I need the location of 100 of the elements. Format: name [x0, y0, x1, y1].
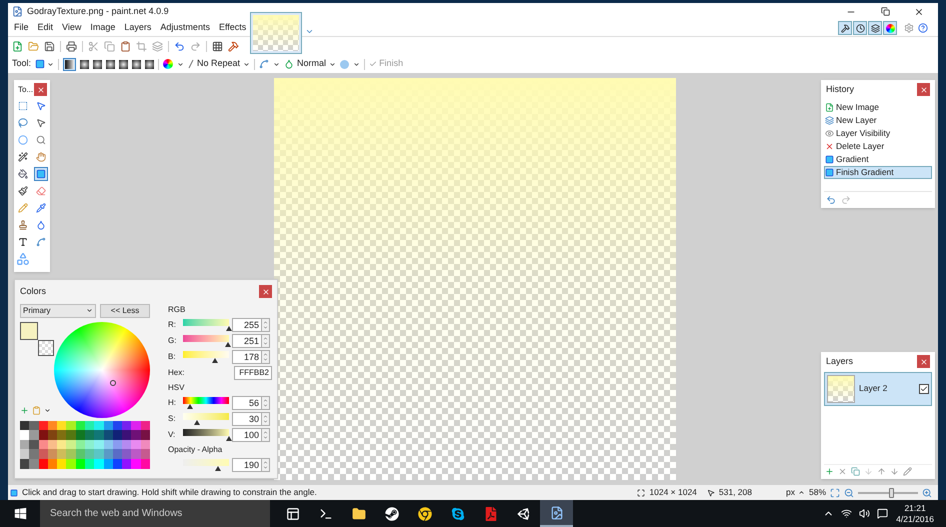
pencil-icon	[18, 203, 28, 213]
merge-down-icon	[864, 467, 873, 476]
magic-wand-icon	[18, 152, 28, 162]
color-slider[interactable]	[183, 318, 229, 330]
image-thumbnail[interactable]	[250, 12, 302, 54]
menu-item[interactable]: File	[14, 21, 29, 35]
volume-icon	[859, 508, 870, 519]
panel-title: Layers	[826, 355, 854, 368]
color-palette[interactable]	[20, 420, 150, 468]
colors-toggle[interactable]	[883, 21, 897, 35]
color-picker-ring[interactable]	[110, 380, 116, 386]
section-heading: HSV	[168, 382, 186, 394]
menu-item[interactable]: Effects	[218, 21, 246, 35]
duplicate-layer-icon	[851, 467, 860, 476]
skype-icon	[450, 506, 464, 520]
delete-layer-icon	[838, 467, 847, 476]
eraser-icon	[36, 186, 46, 196]
linear-gradient-button[interactable]	[63, 58, 76, 70]
history-item[interactable]: Gradient	[824, 152, 932, 166]
color-mode-dropdown[interactable]: Primary	[20, 304, 96, 318]
check-icon	[369, 60, 378, 68]
layers-toggle[interactable]	[868, 21, 882, 35]
color-slider[interactable]	[183, 334, 229, 346]
wifi-icon	[841, 508, 852, 519]
menu-item[interactable]: Edit	[38, 21, 54, 35]
unit-dropdown[interactable]: px	[786, 486, 805, 499]
close-icon	[914, 6, 924, 16]
channel-label: V:	[168, 428, 176, 440]
down-icon	[263, 434, 268, 440]
tools-toggle[interactable]	[838, 21, 852, 35]
stamp-icon	[18, 220, 28, 230]
visibility-checkbox[interactable]	[919, 384, 929, 394]
caret-icon	[177, 60, 184, 68]
history-toggle[interactable]	[853, 21, 867, 35]
color-ring-icon	[886, 24, 894, 32]
menu-item[interactable]: Layers	[124, 21, 152, 35]
help-button[interactable]	[918, 23, 928, 33]
secondary-color-swatch[interactable]	[38, 340, 54, 356]
color-slider[interactable]	[183, 412, 229, 424]
repeat-dropdown[interactable]: No Repeat	[188, 57, 250, 71]
number-field[interactable]: 190	[232, 458, 262, 472]
down-icon	[263, 340, 268, 346]
zoom-slider[interactable]	[858, 488, 918, 498]
number-field[interactable]: 100	[232, 428, 262, 442]
recolor-icon	[36, 220, 46, 230]
color-slider[interactable]	[183, 458, 229, 470]
search-field[interactable]: Search the web and Windows	[40, 500, 270, 527]
slider-thumb[interactable]	[889, 488, 894, 498]
caret-icon	[329, 60, 336, 68]
close-button[interactable]	[34, 83, 48, 96]
pipette-icon	[36, 203, 46, 213]
color-mode-icon[interactable]	[163, 59, 174, 69]
tool-button[interactable]	[16, 150, 30, 164]
tool-button[interactable]	[16, 167, 30, 181]
shapes-icon	[16, 252, 30, 266]
terminal-icon	[318, 506, 332, 520]
close-button[interactable]	[917, 355, 930, 368]
image-size-icon	[637, 488, 646, 496]
hex-field[interactable]: FFFBB2	[234, 366, 272, 380]
layer-row[interactable]: Layer 2	[824, 372, 932, 406]
slider-thumb[interactable]	[212, 358, 218, 362]
brush-icon	[18, 186, 28, 196]
menu-item[interactable]: Image	[90, 21, 116, 35]
number-field[interactable]: 56	[232, 396, 262, 410]
settings-button[interactable]	[904, 23, 914, 33]
move-down-icon	[890, 467, 899, 476]
blend-dropdown[interactable]: Normal	[284, 57, 336, 71]
antialias-icon	[259, 59, 270, 69]
number-field[interactable]: 251	[232, 334, 262, 348]
primary-color-swatch[interactable]	[20, 322, 38, 340]
slider-thumb[interactable]	[214, 466, 220, 470]
number-field[interactable]: 30	[232, 412, 262, 426]
up-icon	[263, 460, 268, 464]
history-item[interactable]: New Layer	[824, 114, 932, 126]
text-icon	[18, 237, 28, 247]
number-field[interactable]: 255	[232, 318, 262, 332]
history-item[interactable]: Layer Visibility	[824, 126, 932, 140]
history-item[interactable]: Finish Gradient	[824, 166, 932, 178]
eye-icon	[825, 128, 834, 138]
tool-button[interactable]	[16, 184, 30, 198]
cursor-position-icon	[706, 488, 715, 496]
delete-icon	[825, 142, 834, 150]
close-button[interactable]	[917, 83, 930, 96]
history-item[interactable]: New Image	[824, 100, 932, 114]
menu-item[interactable]: View	[62, 21, 82, 35]
circle-icon	[18, 135, 28, 145]
color-slider[interactable]	[183, 428, 229, 440]
color-slider[interactable]	[183, 350, 229, 362]
history-item[interactable]: Delete Layer	[824, 140, 932, 152]
app-icon	[12, 6, 23, 17]
menu-item[interactable]: Adjustments	[160, 21, 210, 35]
add-layer-icon	[825, 467, 834, 476]
less-button[interactable]: << Less	[100, 304, 150, 318]
panel-title: Colors	[20, 285, 46, 298]
color-slider[interactable]	[183, 396, 229, 408]
close-button[interactable]	[259, 285, 272, 298]
tool-dropdown[interactable]	[35, 59, 54, 69]
printer-icon	[66, 40, 77, 52]
paint-app-icon	[550, 506, 564, 520]
number-field[interactable]: 178	[232, 350, 262, 364]
